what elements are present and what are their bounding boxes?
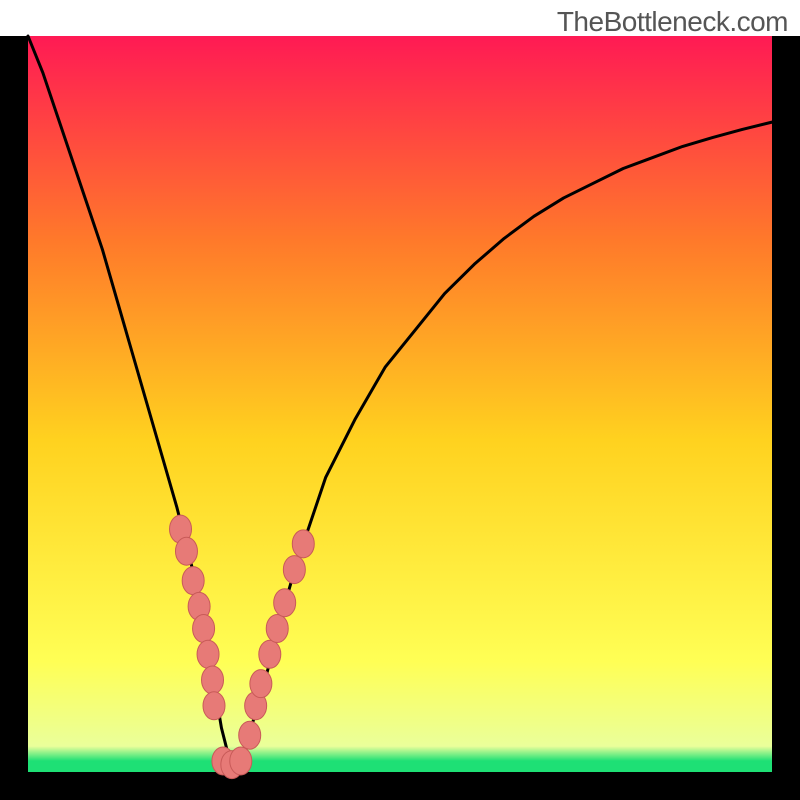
data-marker	[203, 692, 225, 720]
data-marker	[283, 556, 305, 584]
data-marker	[230, 747, 252, 775]
watermark-text: TheBottleneck.com	[557, 6, 788, 38]
data-marker	[292, 530, 314, 558]
chart-background	[28, 36, 772, 772]
data-marker	[197, 640, 219, 668]
bottleneck-chart: TheBottleneck.com	[0, 0, 800, 800]
data-marker	[175, 537, 197, 565]
data-marker	[259, 640, 281, 668]
data-marker	[274, 589, 296, 617]
data-marker	[202, 666, 224, 694]
chart-svg	[0, 0, 800, 800]
data-marker	[239, 721, 261, 749]
data-marker	[250, 670, 272, 698]
data-marker	[182, 567, 204, 595]
data-marker	[193, 614, 215, 642]
data-marker	[266, 614, 288, 642]
